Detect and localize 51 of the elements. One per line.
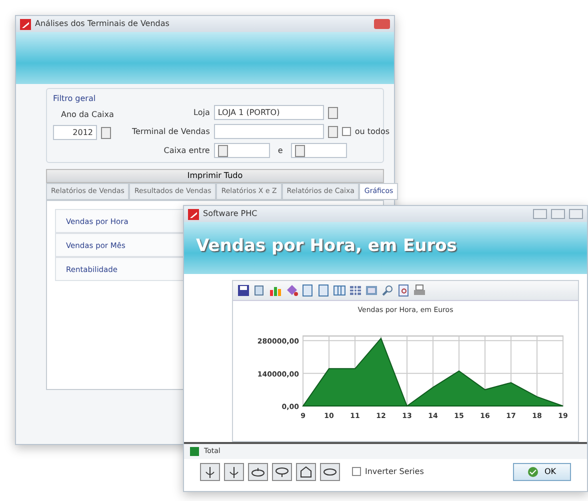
grid-icon[interactable]	[349, 284, 362, 297]
rotate-button[interactable]	[248, 462, 268, 480]
print-icon[interactable]	[413, 284, 426, 297]
rotate-icon	[203, 464, 217, 478]
window-title: Análises dos Terminais de Vendas	[35, 18, 170, 30]
field-label: Terminal de Vendas	[130, 126, 210, 138]
zoom-icon[interactable]	[381, 284, 394, 297]
rotate-button[interactable]	[200, 462, 220, 480]
rotate-button[interactable]	[296, 462, 316, 480]
minimize-button[interactable]	[533, 209, 547, 219]
chart-icon[interactable]	[269, 284, 282, 297]
window-icon[interactable]	[365, 284, 378, 297]
rotate-icon	[275, 464, 289, 478]
rotate-button[interactable]	[224, 462, 244, 480]
rotate-icon	[227, 464, 241, 478]
columns-icon[interactable]	[333, 284, 346, 297]
window-title: Software PHC	[203, 208, 258, 220]
dropdown-button[interactable]	[328, 106, 338, 118]
page-icon[interactable]	[301, 284, 314, 297]
copy-icon[interactable]	[253, 284, 266, 297]
print-all-button[interactable]: Imprimir Tudo	[46, 169, 384, 183]
page-icon[interactable]	[317, 284, 330, 297]
checkbox[interactable]	[342, 127, 351, 136]
rotate-button[interactable]	[272, 462, 292, 480]
close-button[interactable]	[569, 209, 583, 219]
group-title: Filtro geral	[53, 93, 97, 105]
range-field[interactable]	[290, 143, 347, 158]
checkbox-label: ou todos	[354, 126, 390, 138]
logo-icon	[20, 18, 31, 30]
checkbox-label: Inverter Series	[365, 466, 424, 478]
store-field[interactable]: LOJA 1 (PORTO)	[214, 105, 324, 120]
checkbox[interactable]	[352, 467, 361, 476]
dropdown-button[interactable]	[328, 126, 338, 138]
save-icon[interactable]	[237, 284, 250, 297]
rotate-icon	[299, 464, 313, 478]
check-icon	[528, 466, 538, 476]
terminal-field[interactable]	[214, 124, 324, 139]
legend-swatch	[190, 446, 199, 456]
range-field[interactable]	[214, 143, 270, 158]
paint-bucket-icon[interactable]	[285, 284, 298, 297]
field-label: Caixa entre	[162, 144, 210, 156]
range-separator: e	[276, 144, 284, 156]
logo-icon	[188, 208, 199, 220]
maximize-button[interactable]	[551, 209, 565, 219]
field-label: Loja	[192, 106, 210, 118]
banner-title: Vendas por Hora, em Euros	[195, 235, 457, 258]
field-label: Ano da Caixa	[60, 109, 114, 121]
ok-button[interactable]: OK	[513, 462, 571, 480]
preview-icon[interactable]	[397, 284, 410, 297]
rotate-button[interactable]	[320, 462, 340, 480]
year-field[interactable]: 2012	[53, 125, 97, 140]
